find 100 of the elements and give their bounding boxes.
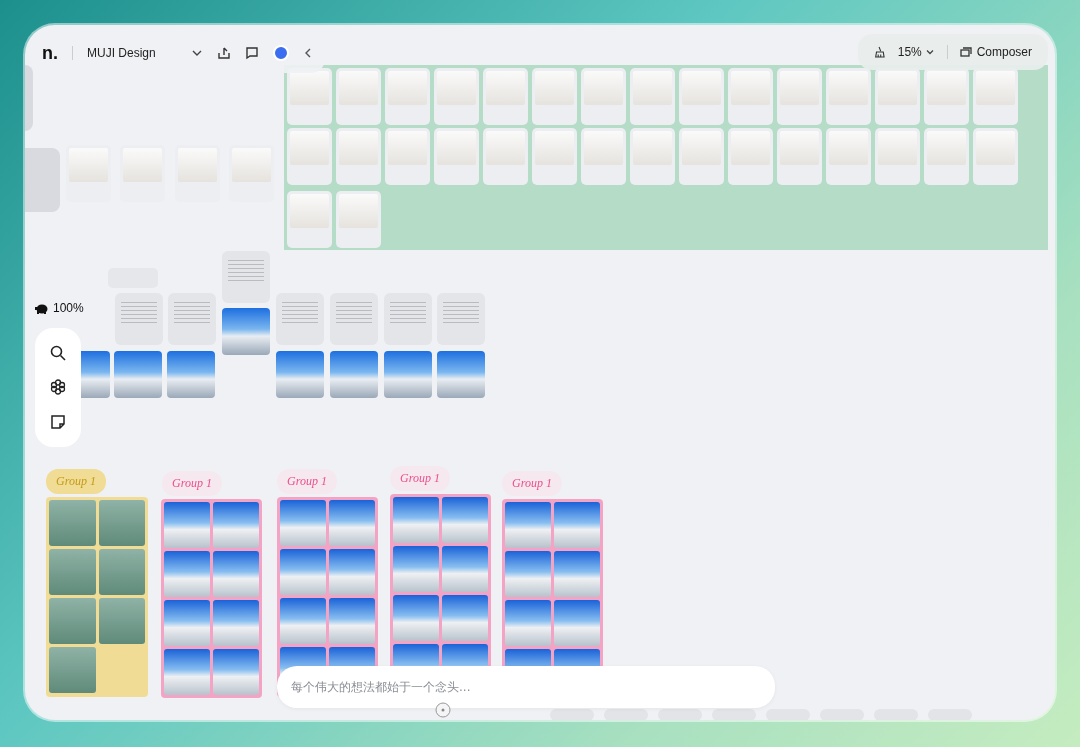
brush-icon[interactable] <box>874 45 886 59</box>
photo-placeholder <box>927 71 966 105</box>
photo-placeholder <box>388 131 427 165</box>
photo-placeholder <box>49 549 96 595</box>
photo-placeholder <box>164 551 210 597</box>
flower-icon[interactable] <box>50 379 66 396</box>
text-card <box>115 293 163 345</box>
photo-placeholder <box>505 600 551 646</box>
photo-placeholder <box>633 71 672 105</box>
photo-placeholder <box>780 71 819 105</box>
photo-placeholder <box>442 595 488 641</box>
photo-placeholder <box>232 148 271 182</box>
photo-placeholder <box>388 71 427 105</box>
text-card <box>330 293 378 345</box>
composer-button[interactable]: Composer <box>959 45 1032 59</box>
photo-placeholder <box>276 351 324 398</box>
share-icon[interactable] <box>217 46 231 60</box>
photo-placeholder <box>330 351 378 398</box>
canvas-shape <box>25 148 60 212</box>
photo-placeholder <box>633 131 672 165</box>
canvas-shape <box>25 65 33 131</box>
photo-placeholder <box>49 647 96 693</box>
photo-placeholder <box>213 551 259 597</box>
photo-placeholder <box>878 131 917 165</box>
photo-placeholder <box>393 497 439 543</box>
photo-placeholder <box>437 351 485 398</box>
text-card <box>222 251 270 303</box>
photo-placeholder <box>731 71 770 105</box>
photo-placeholder <box>98 598 145 644</box>
photo-placeholder <box>780 131 819 165</box>
canvas-chip <box>550 709 594 720</box>
photo-placeholder <box>682 131 721 165</box>
photo-placeholder <box>123 148 162 182</box>
photo-placeholder <box>554 551 600 597</box>
photo-placeholder <box>731 131 770 165</box>
photo-placeholder <box>164 600 210 646</box>
comment-icon[interactable] <box>245 46 259 60</box>
photo-placeholder <box>505 502 551 548</box>
sticky-note-icon[interactable] <box>50 413 66 430</box>
photo-placeholder <box>213 600 259 646</box>
photo-placeholder <box>878 71 917 105</box>
photo-placeholder <box>682 71 721 105</box>
photo-placeholder <box>114 351 162 398</box>
photo-placeholder <box>213 502 259 548</box>
photo-placeholder <box>393 595 439 641</box>
photo-placeholder <box>442 546 488 592</box>
photo-placeholder <box>486 131 525 165</box>
photo-placeholder <box>280 549 326 595</box>
windows-icon <box>959 46 972 58</box>
zoom-dropdown[interactable]: 15% <box>897 45 935 59</box>
photo-placeholder <box>442 497 488 543</box>
canvas-chip <box>658 709 702 720</box>
photo-placeholder <box>976 71 1015 105</box>
project-name[interactable]: MUJI Design <box>87 46 177 60</box>
avatar[interactable] <box>273 45 289 61</box>
canvas-chip <box>712 709 756 720</box>
resize-handle[interactable] <box>435 702 451 718</box>
photo-placeholder <box>829 71 868 105</box>
text-card <box>384 293 432 345</box>
photo-placeholder <box>505 551 551 597</box>
photo-placeholder <box>69 148 108 182</box>
photo-placeholder <box>437 71 476 105</box>
text-card <box>276 293 324 345</box>
photo-placeholder <box>535 71 574 105</box>
chevron-down-icon <box>924 47 935 57</box>
photo-placeholder <box>393 546 439 592</box>
photo-placeholder <box>339 194 378 228</box>
photo-placeholder <box>290 71 329 105</box>
app-logo[interactable]: n. <box>42 42 58 64</box>
photo-placeholder <box>584 131 623 165</box>
photo-placeholder <box>584 71 623 105</box>
photo-placeholder <box>280 500 326 546</box>
photo-placeholder <box>339 131 378 165</box>
photo-placeholder <box>290 194 329 228</box>
photo-placeholder <box>329 500 375 546</box>
photo-placeholder <box>49 500 96 546</box>
chevron-left-icon[interactable] <box>303 47 313 59</box>
photo-placeholder <box>280 598 326 644</box>
photo-placeholder <box>222 308 270 355</box>
photo-placeholder <box>164 649 210 695</box>
photo-placeholder <box>329 598 375 644</box>
photo-placeholder <box>290 131 329 165</box>
photo-placeholder <box>437 131 476 165</box>
photo-placeholder <box>927 131 966 165</box>
photo-placeholder <box>213 649 259 695</box>
canvas-chip <box>604 709 648 720</box>
photo-placeholder <box>486 71 525 105</box>
photo-placeholder <box>554 600 600 646</box>
search-icon[interactable] <box>50 345 66 362</box>
photo-placeholder <box>98 549 145 595</box>
photo-placeholder <box>554 502 600 548</box>
photo-placeholder <box>384 351 432 398</box>
prompt-input[interactable]: 每个伟大的想法都始于一个念头... <box>277 666 775 708</box>
canvas-chip <box>766 709 810 720</box>
minimap-zoom[interactable]: 100% <box>33 300 86 316</box>
photo-placeholder <box>535 131 574 165</box>
piggy-bank-icon <box>35 302 49 314</box>
photo-placeholder <box>329 549 375 595</box>
photo-placeholder <box>178 148 217 182</box>
photo-placeholder <box>98 500 145 546</box>
